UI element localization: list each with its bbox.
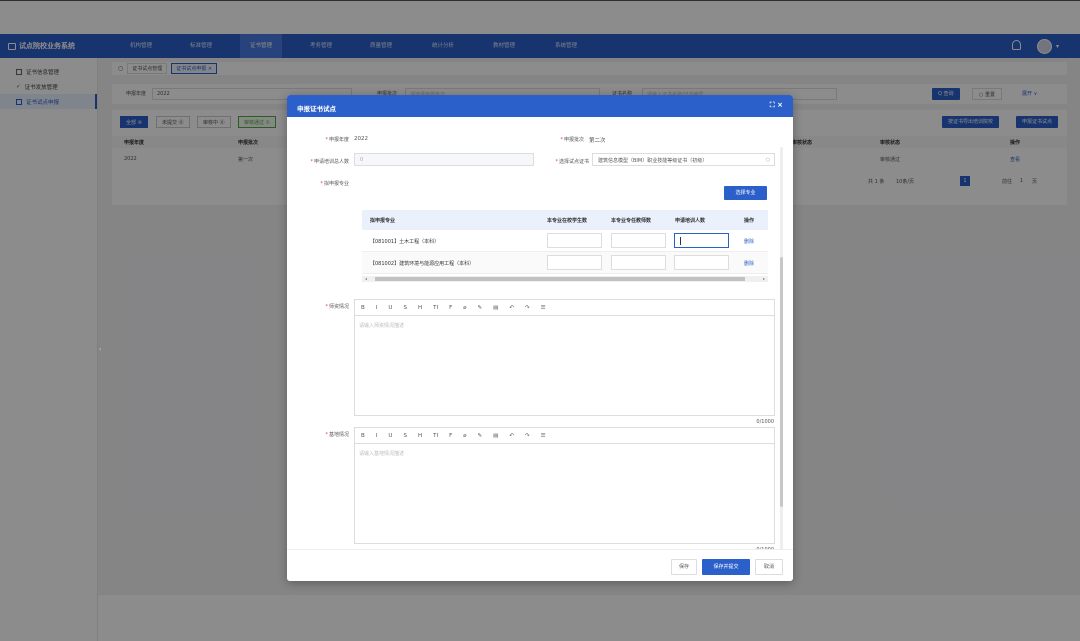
major-name: 【081001】土木工程（本科） — [370, 239, 440, 245]
underline-icon[interactable]: U — [388, 433, 392, 439]
horizontal-scrollbar[interactable]: ◂ ▸ — [362, 276, 768, 282]
col-major: 拟申报专业 — [370, 218, 396, 224]
batch-value: 第二次 — [589, 138, 606, 144]
bold-icon[interactable]: B — [361, 433, 365, 439]
redo-icon[interactable]: ↷ — [525, 305, 530, 311]
delete-link[interactable]: 删除 — [744, 260, 754, 267]
base-label: *基地情况 — [325, 432, 349, 438]
scroll-thumb[interactable] — [780, 257, 783, 507]
teachers-placeholder: 请输入师资情况描述 — [359, 323, 405, 329]
save-button[interactable]: 保存 — [671, 559, 697, 575]
italic-icon[interactable]: I — [376, 305, 378, 311]
trainees-label: *申请培训总人数 — [310, 159, 349, 165]
save-submit-button[interactable]: 保存并提交 — [702, 559, 750, 575]
redo-icon[interactable]: ↷ — [525, 433, 530, 439]
major-label: *拟申报专业 — [320, 181, 349, 187]
chevron-down-icon: ○ — [765, 157, 770, 163]
align-icon[interactable]: ☰ — [541, 433, 546, 439]
table-row: 【081001】土木工程（本科） 删除 — [362, 230, 768, 252]
trainees-input[interactable]: 0 — [354, 153, 534, 166]
image-icon[interactable]: ▤ — [493, 433, 498, 439]
cert-select[interactable]: 建筑信息模型（BIM）职业技能等级证书（初级） ○ — [592, 153, 775, 166]
bold-icon[interactable]: B — [361, 305, 365, 311]
modal-title: 申报证书试点 — [297, 105, 336, 113]
select-major-button[interactable]: 选择专业 — [724, 186, 767, 200]
font-size-icon[interactable]: TI — [433, 433, 438, 439]
col-trainees: 申请培训人数 — [675, 218, 706, 224]
teachers-editor[interactable]: B I U S H TI F ⌀ ✎ ▤ ↶ ↷ ☰ 请输入师资情况描述 0/1… — [354, 299, 775, 425]
font-size-icon[interactable]: TI — [433, 305, 438, 311]
italic-icon[interactable]: I — [376, 433, 378, 439]
modal-footer: 保存 保存并提交 取消 — [287, 549, 793, 581]
font-family-icon[interactable]: F — [449, 305, 452, 311]
delete-link[interactable]: 删除 — [744, 238, 754, 245]
strikethrough-icon[interactable]: S — [403, 433, 407, 439]
year-value: 2022 — [354, 136, 368, 142]
scroll-thumb[interactable] — [375, 277, 745, 281]
modal-header: 申报证书试点 ⛶ × — [287, 95, 793, 117]
year-label: *申报年度 — [325, 137, 349, 143]
font-family-icon[interactable]: F — [449, 433, 452, 439]
major-table-header: 拟申报专业 本专业在校学生数 本专业专任教师数 申请培训人数 操作 — [362, 210, 768, 230]
image-icon[interactable]: ▤ — [493, 305, 498, 311]
heading-icon[interactable]: H — [418, 305, 422, 311]
strikethrough-icon[interactable]: S — [403, 305, 407, 311]
editor-toolbar: B I U S H TI F ⌀ ✎ ▤ ↶ ↷ ☰ — [355, 300, 774, 316]
scroll-left-icon[interactable]: ◂ — [365, 276, 367, 281]
major-name: 【081002】建筑环境与能源应用工程（本科） — [370, 261, 475, 267]
batch-label: *申报批次 — [560, 137, 584, 143]
cancel-button[interactable]: 取消 — [755, 559, 783, 575]
major-table: 拟申报专业 本专业在校学生数 本专业专任教师数 申请培训人数 操作 【08100… — [362, 210, 768, 282]
teachers-char-count: 0/1000 — [756, 419, 774, 425]
undo-icon[interactable]: ↶ — [509, 433, 514, 439]
col-operation: 操作 — [744, 218, 755, 224]
scroll-right-icon[interactable]: ▸ — [763, 276, 765, 281]
undo-icon[interactable]: ↶ — [509, 305, 514, 311]
trainees-count-input[interactable] — [674, 255, 729, 270]
vertical-scrollbar[interactable] — [780, 147, 783, 567]
underline-icon[interactable]: U — [388, 305, 392, 311]
align-icon[interactable]: ☰ — [541, 305, 546, 311]
fullscreen-close-icons[interactable]: ⛶ × — [770, 101, 783, 110]
col-teachers: 本专业专任教师数 — [611, 218, 652, 224]
editor-toolbar: B I U S H TI F ⌀ ✎ ▤ ↶ ↷ ☰ — [355, 428, 774, 444]
declare-cert-modal: 申报证书试点 ⛶ × *申报年度 2022 *申报批次 第二次 *申请培训总人数… — [287, 95, 793, 581]
heading-icon[interactable]: H — [418, 433, 422, 439]
link-icon[interactable]: ⌀ — [463, 305, 466, 311]
students-input[interactable] — [547, 233, 602, 248]
col-students: 本专业在校学生数 — [547, 218, 588, 224]
table-row: 【081002】建筑环境与能源应用工程（本科） 删除 — [362, 252, 768, 274]
pen-icon[interactable]: ✎ — [478, 305, 483, 311]
cert-select-label: *选择试点证书 — [555, 159, 589, 165]
link-icon[interactable]: ⌀ — [463, 433, 466, 439]
teachers-input[interactable] — [611, 233, 666, 248]
students-input[interactable] — [547, 255, 602, 270]
modal-body: *申报年度 2022 *申报批次 第二次 *申请培训总人数 0 *选择试点证书 … — [287, 117, 793, 567]
collapse-sidebar-icon[interactable]: ‹ — [99, 346, 101, 353]
base-placeholder: 请输入基地情况描述 — [359, 451, 405, 457]
trainees-count-input[interactable] — [674, 233, 729, 248]
pen-icon[interactable]: ✎ — [478, 433, 483, 439]
teachers-input[interactable] — [611, 255, 666, 270]
teachers-label: *师资情况 — [325, 304, 349, 310]
base-editor[interactable]: B I U S H TI F ⌀ ✎ ▤ ↶ ↷ ☰ 请输入基地情况描述 0/1… — [354, 427, 775, 553]
